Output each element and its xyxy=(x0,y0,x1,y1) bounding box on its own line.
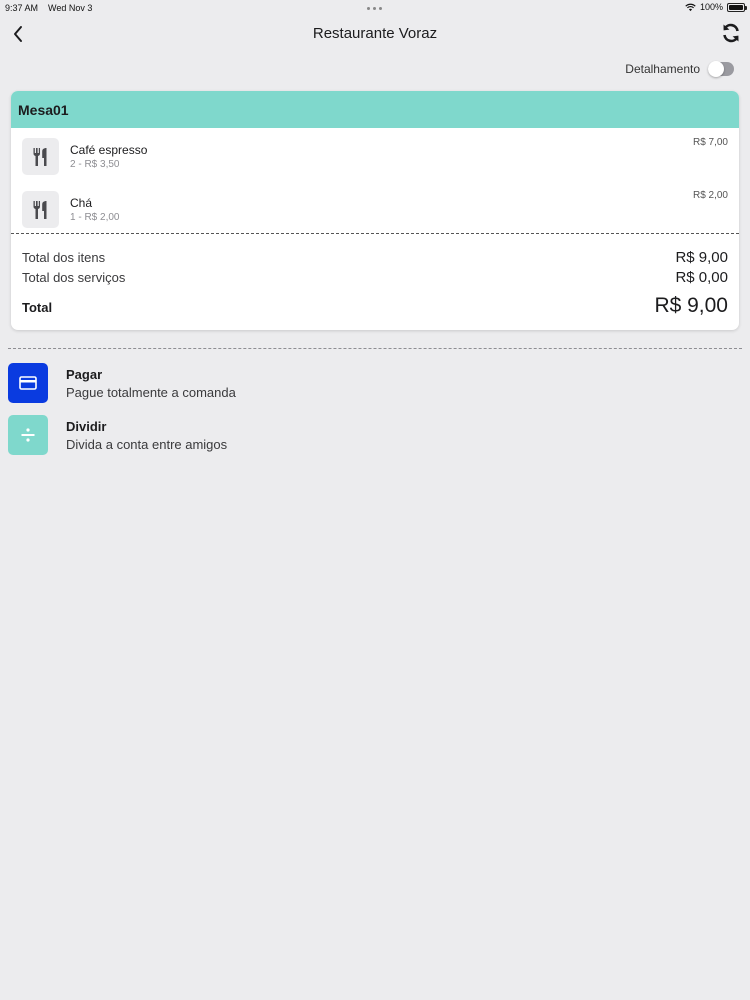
status-date: Wed Nov 3 xyxy=(48,3,93,13)
card-divider xyxy=(11,233,739,234)
grand-total-value: R$ 9,00 xyxy=(654,294,728,317)
fork-knife-icon xyxy=(32,200,46,219)
multitasking-dots-icon[interactable] xyxy=(367,7,383,11)
table-name: Mesa01 xyxy=(18,101,69,118)
wifi-icon xyxy=(685,3,696,11)
detail-toggle-label: Detalhamento xyxy=(625,62,700,76)
split-title: Dividir xyxy=(66,419,107,434)
section-divider xyxy=(8,348,742,349)
item-icon-box xyxy=(22,191,59,228)
services-total-label: Total dos serviços xyxy=(22,270,126,285)
services-total-value: R$ 0,00 xyxy=(675,269,728,286)
items-total-value: R$ 9,00 xyxy=(675,249,728,266)
item-detail: 2 - R$ 3,50 xyxy=(70,159,120,170)
table-header: Mesa01 xyxy=(11,91,739,128)
item-name: Café espresso xyxy=(70,143,148,157)
item-icon-box xyxy=(22,138,59,175)
fork-knife-icon xyxy=(32,147,46,166)
credit-card-icon xyxy=(19,376,37,390)
item-price: R$ 7,00 xyxy=(692,137,728,148)
pay-title: Pagar xyxy=(66,367,103,382)
battery-icon xyxy=(727,2,747,12)
pay-button[interactable]: Pagar Pague totalmente a comanda xyxy=(8,363,408,403)
grand-total-label: Total xyxy=(22,300,53,315)
refresh-button[interactable] xyxy=(720,21,742,45)
refresh-icon xyxy=(723,23,739,43)
services-total-row: Total dos serviços R$ 0,00 xyxy=(22,269,728,286)
item-detail: 1 - R$ 2,00 xyxy=(70,212,120,223)
toggle-knob xyxy=(708,61,724,77)
detail-toggle[interactable] xyxy=(708,61,734,77)
battery-fill xyxy=(729,4,743,10)
items-total-label: Total dos itens xyxy=(22,250,106,265)
item-name: Chá xyxy=(70,196,93,210)
items-total-row: Total dos itens R$ 9,00 xyxy=(22,249,728,266)
status-bar: 9:37 AM Wed Nov 3 100% xyxy=(0,0,750,16)
page-title: Restaurante Voraz xyxy=(312,25,438,42)
totals: Total dos itens R$ 9,00 Total dos serviç… xyxy=(22,249,728,318)
divide-icon xyxy=(21,428,35,442)
pay-subtitle: Pague totalmente a comanda xyxy=(66,385,236,400)
order-item: Chá 1 - R$ 2,00 R$ 2,00 xyxy=(11,183,739,235)
grand-total-row: Total R$ 9,00 xyxy=(22,294,728,318)
split-subtitle: Divida a conta entre amigos xyxy=(66,437,228,452)
item-price: R$ 2,00 xyxy=(692,190,728,201)
order-card: Mesa01 Café espresso 2 - R$ 3,50 R$ 7,00… xyxy=(11,91,739,330)
battery-percent: 100% xyxy=(699,2,723,12)
split-button[interactable]: Dividir Divida a conta entre amigos xyxy=(8,415,408,455)
detail-toggle-row: Detalhamento xyxy=(625,61,734,77)
navigation-bar: Restaurante Voraz xyxy=(0,16,750,52)
order-item: Café espresso 2 - R$ 3,50 R$ 7,00 xyxy=(11,130,739,182)
split-icon-box xyxy=(8,415,48,455)
status-right: 100% xyxy=(685,2,747,12)
pay-icon-box xyxy=(8,363,48,403)
status-time: 9:37 AM xyxy=(5,3,39,13)
